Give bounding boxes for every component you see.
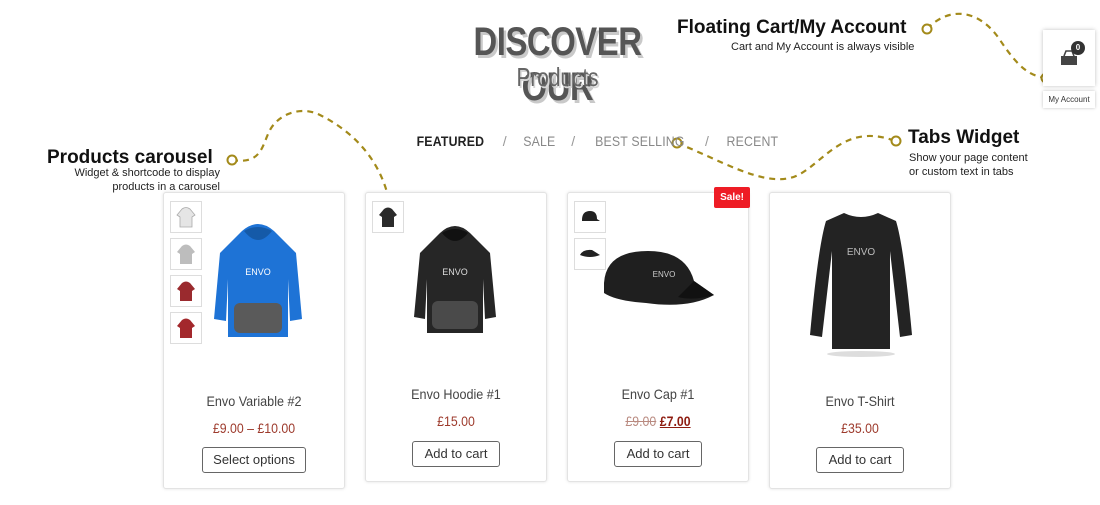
tab-separator: /: [704, 133, 709, 149]
product-price-old: £9.00: [625, 413, 657, 429]
product-card: Sale! ENVO Envo Cap #1 £9.00 £7.00 Add to…: [567, 187, 750, 482]
add-to-cart-button[interactable]: Add to cart: [614, 441, 702, 467]
tab-separator: /: [571, 133, 576, 149]
annotation-carousel-desc-1: Widget & shortcode to display: [74, 167, 220, 179]
add-to-cart-button[interactable]: Add to cart: [412, 441, 500, 467]
thumbnail-red-hoodie[interactable]: [170, 275, 202, 307]
product-card: ENVO Envo Hoodie #1 £15.00 Add to cart: [365, 192, 547, 482]
annotation-cart-title: Floating Cart/My Account: [677, 17, 907, 38]
tab-recent[interactable]: RECENT: [726, 133, 778, 149]
tab-sale[interactable]: SALE: [523, 133, 555, 149]
product-title[interactable]: Envo Hoodie #1: [375, 386, 537, 402]
product-card: ENVO Envo Variable #2 £9.00 – £10.00 Sel…: [163, 192, 345, 489]
product-card: ENVO Envo T-Shirt £35.00 Add to cart: [769, 192, 951, 489]
product-title[interactable]: Envo Cap #1: [577, 386, 739, 402]
product-title[interactable]: Envo Variable #2: [173, 393, 335, 409]
product-price: £35.00: [841, 420, 879, 436]
product-thumbnails: [372, 201, 404, 233]
product-price: £9.00 – £10.00: [212, 420, 296, 436]
product-tabs: FEATURED / SALE / BEST SELLING / RECENT: [412, 133, 782, 149]
my-account-button[interactable]: My Account: [1043, 91, 1095, 108]
svg-text:ENVO: ENVO: [245, 267, 271, 277]
svg-text:ENVO: ENVO: [653, 270, 676, 279]
sale-badge: Sale!: [714, 187, 750, 208]
thumbnail-black-cap[interactable]: [574, 201, 606, 233]
product-image-black-cap[interactable]: ENVO: [598, 243, 716, 319]
add-to-cart-button[interactable]: Add to cart: [816, 447, 904, 473]
thumbnail-grey-hoodie[interactable]: [170, 238, 202, 270]
annotation-tabs-title: Tabs Widget: [908, 127, 1020, 148]
select-options-button[interactable]: Select options: [202, 447, 306, 473]
tab-featured[interactable]: FEATURED: [417, 133, 485, 149]
floating-cart-button[interactable]: 0: [1043, 30, 1095, 86]
cart-count-badge: 0: [1071, 41, 1085, 55]
product-image-black-tshirt[interactable]: ENVO: [808, 207, 914, 357]
thumbnail-red-hoodie[interactable]: [170, 312, 202, 344]
product-title[interactable]: Envo T-Shirt: [779, 393, 941, 409]
product-price-sale: £7.00: [659, 413, 691, 429]
product-thumbnails: [170, 201, 202, 344]
svg-text:ENVO: ENVO: [442, 267, 468, 277]
tab-separator: /: [502, 133, 507, 149]
product-image-black-hoodie[interactable]: ENVO: [412, 221, 498, 339]
product-price: £9.00 £7.00: [579, 413, 737, 429]
svg-text:ENVO: ENVO: [847, 247, 876, 258]
thumbnail-black-hoodie[interactable]: [372, 201, 404, 233]
annotation-cart-desc: Cart and My Account is always visible: [731, 41, 915, 53]
product-price: £15.00: [437, 413, 475, 429]
annotation-tabs-desc-2: or custom text in tabs: [909, 166, 1014, 178]
thumbnail-white-hoodie[interactable]: [170, 201, 202, 233]
tab-best-selling[interactable]: BEST SELLING: [595, 133, 685, 149]
annotation-tabs-desc-1: Show your page content: [909, 152, 1028, 164]
product-image-blue-hoodie[interactable]: ENVO: [212, 219, 304, 343]
